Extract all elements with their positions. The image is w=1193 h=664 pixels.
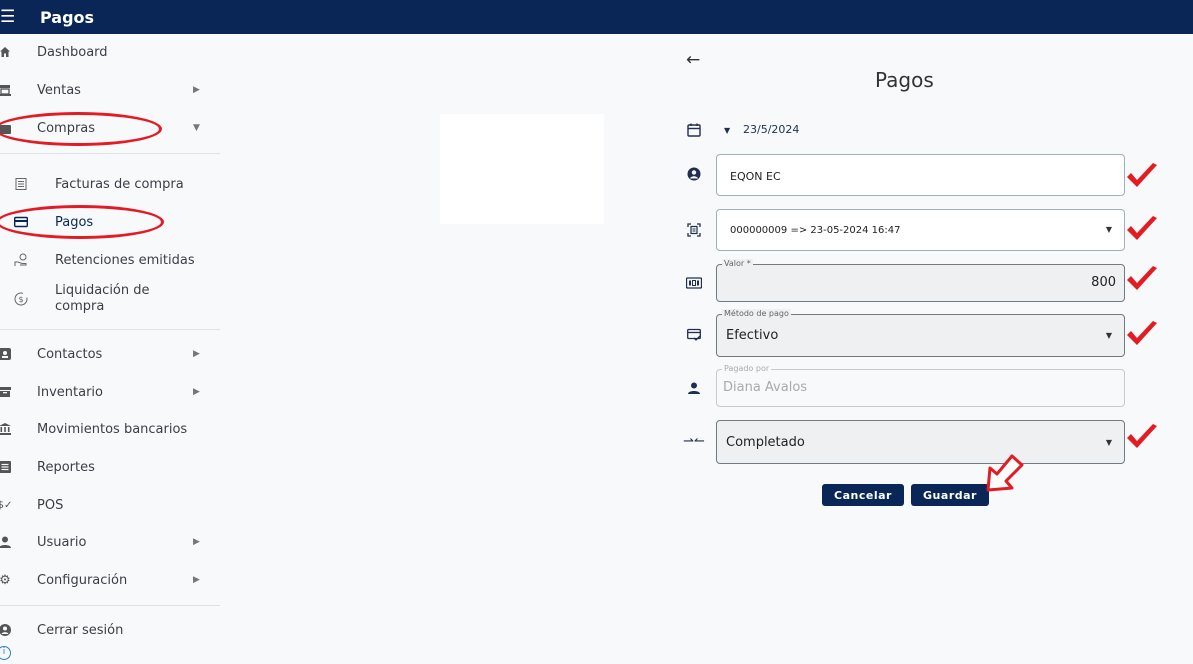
- app-bar: ☰ Pagos: [0, 0, 1193, 34]
- sidebar-item-usuario[interactable]: Usuario ▶: [0, 527, 220, 557]
- annotation-check-icon: [1127, 321, 1157, 345]
- annotation-check-icon: [1127, 266, 1157, 290]
- info-icon[interactable]: i: [0, 646, 11, 660]
- annotation-arrow-icon: [986, 454, 1024, 492]
- sidebar-item-ventas[interactable]: Ventas ▶: [0, 75, 220, 105]
- contact-field[interactable]: EQON EC: [716, 154, 1125, 196]
- date-value[interactable]: 23/5/2024: [743, 123, 799, 136]
- page-title: Pagos: [875, 68, 934, 92]
- sidebar-item-contactos[interactable]: Contactos ▶: [0, 339, 220, 369]
- contact-icon: [0, 347, 12, 361]
- chevron-down-icon: ▼: [1105, 225, 1112, 234]
- chevron-right-icon: ▶: [193, 85, 200, 95]
- pos-icon: $✓: [0, 499, 13, 511]
- blank-panel: [440, 114, 604, 224]
- receipt-scan-icon: [686, 222, 702, 238]
- app-title: Pagos: [40, 7, 95, 27]
- chevron-right-icon: ▶: [193, 575, 200, 585]
- bank-icon: [0, 422, 12, 436]
- user-icon: [0, 535, 12, 549]
- annotation-check-icon: [1127, 163, 1157, 187]
- metodo-pago-select[interactable]: Método de pago Efectivo ▼: [716, 309, 1125, 357]
- sidebar-item-configuracion[interactable]: ⚙ Configuración ▶: [0, 565, 220, 595]
- calendar-icon: [686, 122, 702, 138]
- sidebar-item-retenciones-emitidas[interactable]: Retenciones emitidas: [0, 245, 220, 275]
- sidebar-item-inventario[interactable]: Inventario ▶: [0, 377, 220, 407]
- divider: [0, 605, 220, 606]
- svg-text:$: $: [18, 295, 23, 304]
- chevron-down-icon: ▼: [1105, 438, 1112, 447]
- chevron-right-icon: ▶: [193, 537, 200, 547]
- valor-field[interactable]: Valor * 800: [716, 259, 1125, 302]
- date-dropdown-icon[interactable]: ▼: [724, 126, 730, 135]
- sidebar-item-dashboard[interactable]: Dashboard: [0, 37, 220, 67]
- divider: [0, 153, 220, 154]
- annotation-ellipse-compras: [0, 112, 162, 146]
- swap-icon: ⇀↼: [683, 433, 705, 449]
- sidebar-item-facturas-de-compra[interactable]: Facturas de compra: [0, 169, 220, 199]
- chevron-down-icon: ▼: [1105, 331, 1112, 340]
- annotation-ellipse-pagos: [0, 205, 164, 239]
- chevron-down-icon: ▼: [193, 123, 200, 133]
- back-arrow-icon[interactable]: ←: [686, 50, 700, 70]
- money-icon: [686, 275, 702, 291]
- document-icon: [14, 177, 28, 191]
- register-icon: [0, 83, 12, 97]
- divider: [0, 329, 220, 330]
- annotation-check-icon: [1127, 216, 1157, 240]
- sidebar-item-reportes[interactable]: Reportes: [0, 452, 220, 482]
- user-icon: [686, 380, 702, 396]
- hand-coin-icon: [14, 253, 28, 267]
- archive-icon: [0, 385, 12, 399]
- dollar-cycle-icon: $: [14, 292, 28, 306]
- payment-check-icon: [686, 327, 702, 343]
- account-circle-icon: [686, 166, 702, 182]
- invoice-select[interactable]: 000000009 => 23-05-2024 16:47 ▼: [716, 209, 1125, 251]
- pagado-por-field[interactable]: Pagado por Diana Avalos: [716, 364, 1125, 407]
- cancel-button[interactable]: Cancelar: [822, 484, 904, 506]
- estado-select[interactable]: Completado ▼: [716, 420, 1125, 464]
- report-icon: [0, 460, 12, 474]
- gear-icon: ⚙: [0, 572, 11, 588]
- sidebar-item-movimientos-bancarios[interactable]: Movimientos bancarios: [0, 414, 220, 444]
- sidebar-item-cerrar-sesion[interactable]: Cerrar sesión: [0, 615, 220, 645]
- sidebar-item-liquidacion-de-compra[interactable]: $ Liquidación de compra: [0, 282, 220, 316]
- sidebar-item-pos[interactable]: $✓ POS: [0, 490, 220, 520]
- chevron-right-icon: ▶: [193, 349, 200, 359]
- hamburger-icon[interactable]: ☰: [0, 7, 15, 27]
- annotation-check-icon: [1127, 424, 1157, 448]
- home-icon: [0, 45, 12, 59]
- save-button[interactable]: Guardar: [911, 484, 989, 506]
- account-circle-icon: [0, 623, 12, 637]
- chevron-right-icon: ▶: [193, 387, 200, 397]
